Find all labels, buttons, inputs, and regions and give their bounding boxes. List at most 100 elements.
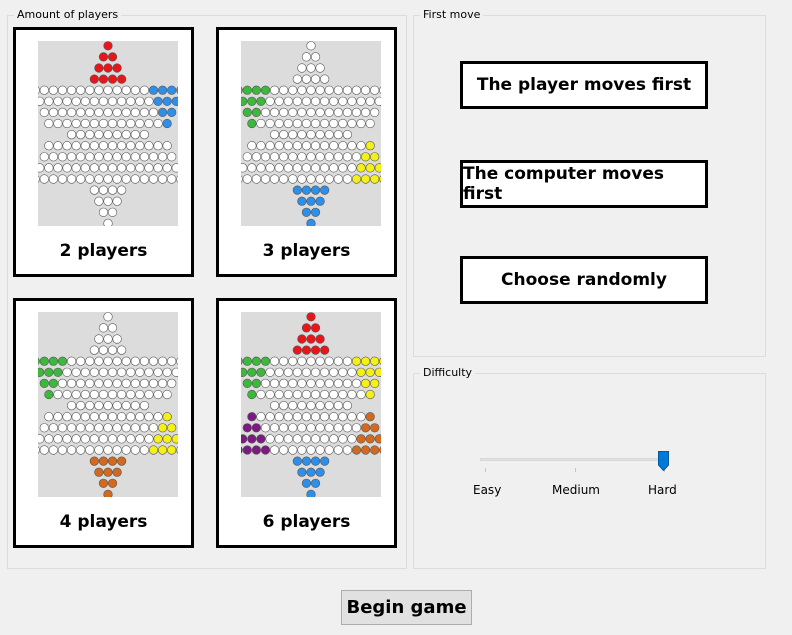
board-hole [167,152,177,162]
board-hole [94,378,104,388]
difficulty-group: Difficulty [413,366,766,569]
option-4-players[interactable]: 4 players [13,298,194,548]
board-hole [306,129,316,140]
board-hole [324,400,334,411]
board-hole [342,378,352,388]
board-hole [135,389,145,400]
board-hole [324,152,334,162]
board-hole [130,152,140,162]
board-hole [338,434,348,444]
board-hole [176,357,178,365]
board-hole [107,52,118,62]
board-hole [85,423,95,433]
board-hole [297,107,307,117]
board-hole [360,174,371,184]
board-hole [39,174,49,184]
board-hole [139,107,149,117]
difficulty-slider-thumb[interactable] [658,451,669,471]
board-hole [162,163,172,173]
board-hole [338,412,348,422]
board-hole [153,118,163,129]
board-hole [242,378,252,388]
difficulty-slider-track[interactable] [480,458,667,461]
board-hole [283,389,293,400]
board-hole [148,445,159,455]
board-hole [144,141,154,151]
board-hole [94,63,104,73]
board-hole [260,356,271,366]
board-hole [48,445,58,455]
board-hole [242,423,252,433]
board-hole [333,174,343,184]
board-hole [297,63,307,73]
board-hole [342,356,352,366]
board-hole [324,356,334,366]
board-hole [139,423,149,433]
begin-game-button[interactable]: Begin game [341,590,472,625]
board-hole [76,107,86,117]
board-hole [370,85,380,95]
board-hole [342,174,352,184]
board-hole [279,85,289,95]
player-first-button[interactable]: The player moves first [460,61,708,109]
board-hole [351,356,362,366]
board-hole [338,163,348,173]
board-hole [342,107,352,117]
board-hole [379,446,381,454]
board-hole [107,456,118,466]
board-hole [347,367,357,377]
board-hole [39,378,49,388]
board-hole [310,456,321,466]
board-hole [112,85,122,95]
board-hole [379,86,381,94]
board-hole [76,423,86,433]
board-hole [94,467,104,477]
board-hole [251,378,261,388]
board-hole [356,389,366,400]
board-hole [130,174,140,184]
option-3-players[interactable]: 3 players [216,27,397,277]
board-hole [260,174,271,184]
board-hole [176,175,178,183]
board-hole [333,423,343,433]
board-hole [107,185,118,195]
board-hole [103,312,113,322]
board-hole [80,141,90,151]
board-hole [94,196,104,206]
board-hole [347,141,357,151]
random-first-button[interactable]: Choose randomly [460,256,708,304]
board-hole [247,141,257,151]
board-hole [139,85,149,95]
board-hole [44,434,54,444]
board-hole [66,85,77,95]
board-hole [351,85,362,95]
board-hole [269,378,280,388]
computer-first-button[interactable]: The computer moves first [460,160,708,208]
board-hole [241,175,243,183]
board-hole [365,367,375,377]
board-hole [315,196,325,206]
board-hole [48,85,58,95]
board-hole [242,107,252,117]
board-hole [44,96,54,106]
board-hole [310,141,321,151]
board-hole [279,378,289,388]
board-hole [57,356,68,366]
option-6-players[interactable]: 6 players [216,298,397,548]
board-hole [112,400,122,411]
board-hole [310,412,321,422]
board-hole [306,63,316,73]
board-hole [157,445,168,455]
board-hole [329,434,339,444]
board-hole [121,152,131,162]
board-hole [89,434,99,444]
board-hole [333,107,343,117]
board-hole [306,174,316,184]
board-hole [71,367,81,377]
board-hole [256,96,266,106]
board-hole [162,434,172,444]
board-hole [126,141,136,151]
board-hole [130,378,140,388]
option-2-players[interactable]: 2 players [13,27,194,277]
board-hole [292,141,302,151]
